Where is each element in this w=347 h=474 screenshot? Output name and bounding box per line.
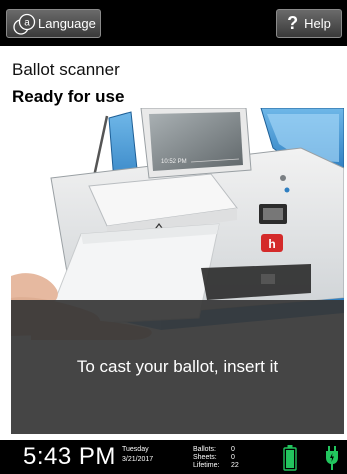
page-title: Ballot scanner [12,60,120,79]
language-label: Language [38,16,96,31]
language-icon: a [13,13,36,35]
ballots-row: Ballots: 0 [193,446,239,454]
status-heading: Ready for use [12,87,125,106]
svg-text:a: a [24,17,30,28]
help-label: Help [304,16,331,31]
ballots-label: Ballots: [193,446,216,453]
lifetime-row: Lifetime: 22 [193,462,239,470]
ballots-value: 0 [231,446,235,453]
sheets-label: Sheets: [193,454,217,461]
instruction-text: To cast your ballot, insert it [76,357,279,376]
date-label: 3/21/2017 [122,456,154,463]
date-block: Tuesday 3/21/2017 [122,445,153,465]
help-icon: ? [287,13,299,33]
language-button[interactable]: a Language [6,9,101,38]
sheets-value: 0 [231,454,235,461]
clock: 5:43 PM [23,443,116,470]
ballot-counts: Ballots: 0 Sheets: 0 Lifetime: 22 [193,446,239,470]
battery-icon [283,445,297,471]
screen-time-text: 10:52 PM [161,159,187,165]
instruction-panel: To cast your ballot, insert it [11,300,344,434]
help-button[interactable]: ? Help [276,9,342,38]
svg-text:h: h [268,237,275,251]
plug-icon [326,446,338,470]
lifetime-value: 22 [231,462,239,469]
lifetime-label: Lifetime: [193,462,220,469]
status-bar: 5:43 PM Tuesday 3/21/2017 Ballots: 0 She… [0,440,347,474]
sheets-row: Sheets: 0 [193,454,239,462]
day-label: Tuesday [122,446,149,453]
top-bar: a Language ? Help [0,0,347,46]
